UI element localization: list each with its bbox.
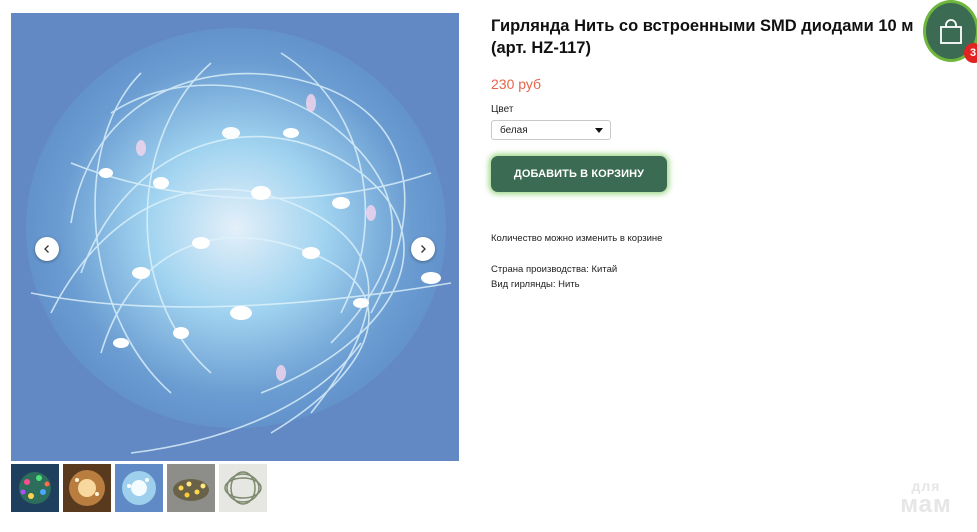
watermark-logo: для мам — [890, 479, 962, 519]
color-select[interactable]: белая — [491, 120, 611, 140]
spec-country: Страна производства: Китай — [491, 264, 618, 275]
color-label: Цвет — [491, 104, 514, 115]
product-title: Гирлянда Нить со встроенными SMD диодами… — [491, 17, 914, 57]
thumbnail-3[interactable] — [115, 464, 163, 512]
gallery-next-button[interactable] — [411, 237, 435, 261]
cart-count-badge: 3 — [964, 43, 977, 63]
add-to-cart-button[interactable]: ДОБАВИТЬ В КОРЗИНУ — [491, 156, 667, 192]
watermark-line-2: мам — [900, 491, 952, 518]
thumbnail-strip — [11, 464, 267, 512]
thumbnail-1[interactable] — [11, 464, 59, 512]
chevron-right-icon — [421, 245, 426, 253]
product-gallery — [11, 13, 459, 461]
shopping-bag-icon — [940, 19, 962, 44]
chevron-left-icon — [44, 245, 49, 253]
product-price: 230 руб — [491, 76, 542, 92]
thumbnail-2[interactable] — [63, 464, 111, 512]
gallery-prev-button[interactable] — [35, 237, 59, 261]
caret-down-icon — [595, 128, 603, 133]
color-select-value: белая — [500, 125, 528, 136]
thumbnail-4[interactable] — [167, 464, 215, 512]
thumbnail-5[interactable] — [219, 464, 267, 512]
product-main-image[interactable] — [11, 13, 459, 461]
quantity-note: Количество можно изменить в корзине — [491, 233, 663, 244]
spec-garland-type: Вид гирлянды: Нить — [491, 279, 580, 290]
